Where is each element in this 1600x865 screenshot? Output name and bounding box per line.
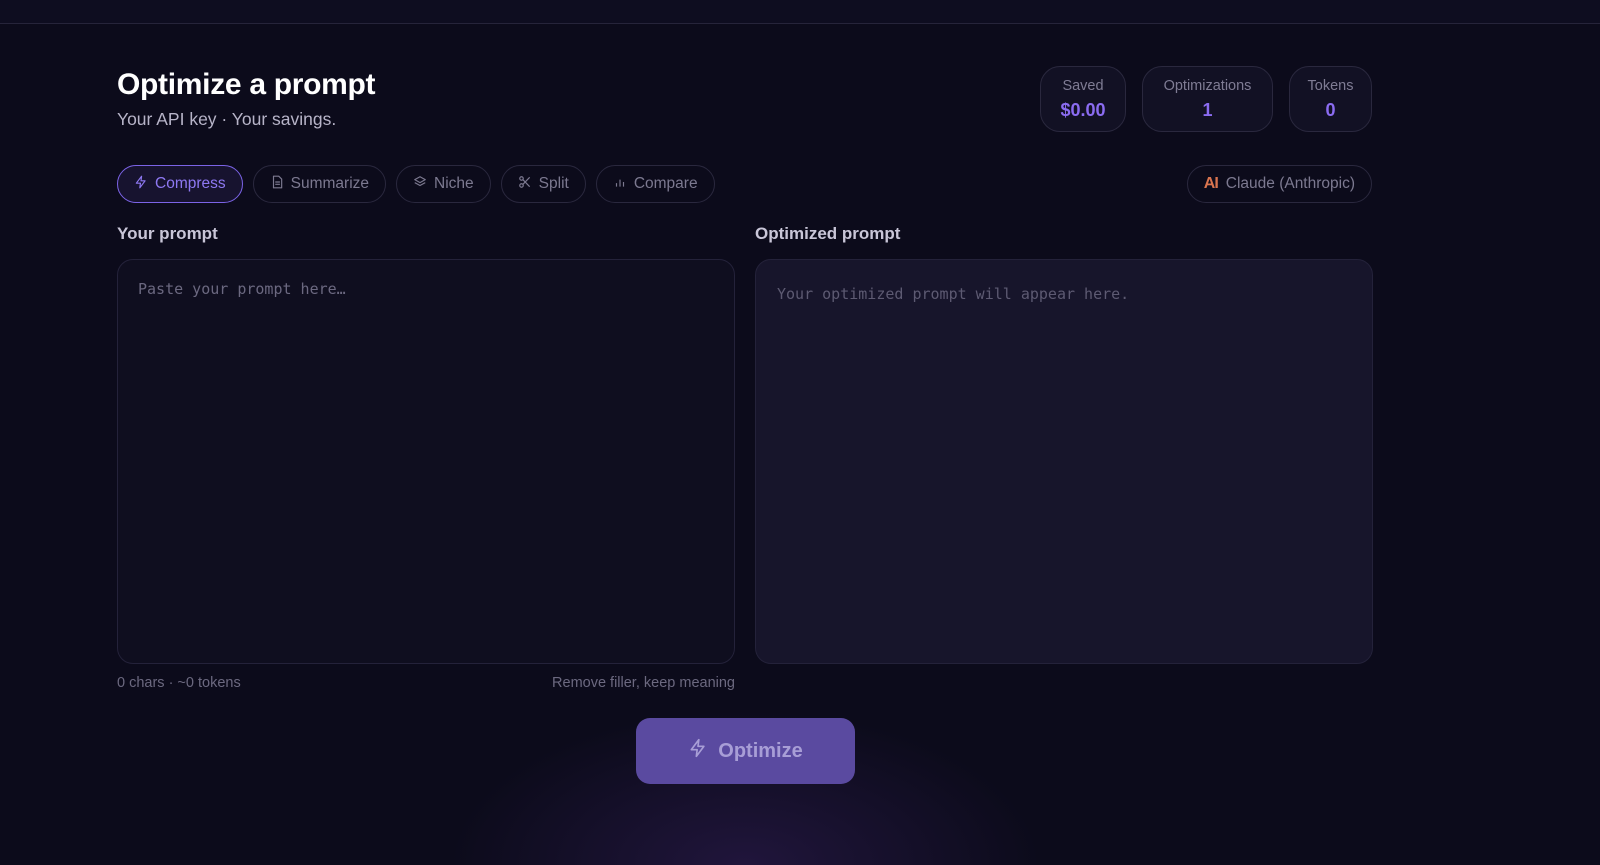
stat-optimizations-label: Optimizations [1163, 78, 1252, 94]
output-label: Optimized prompt [755, 224, 901, 243]
stat-optimizations: Optimizations 1 [1142, 66, 1273, 132]
prompt-input[interactable] [118, 260, 734, 663]
stat-tokens: Tokens 0 [1289, 66, 1372, 132]
scissors-icon [518, 175, 532, 194]
bolt-icon [688, 738, 708, 764]
stats-group: Saved $0.00 Optimizations 1 Tokens 0 [1040, 66, 1372, 132]
page-subtitle: Your API key · Your savings. [117, 109, 337, 129]
stat-tokens-value: 0 [1325, 100, 1336, 120]
stat-tokens-label: Tokens [1307, 78, 1354, 94]
tab-compare[interactable]: Compare [595, 165, 715, 203]
tab-summarize[interactable]: Summarize [252, 165, 387, 203]
tab-niche[interactable]: Niche [396, 165, 491, 203]
anthropic-logo-icon: AI [1203, 175, 1219, 192]
tab-compress[interactable]: Compress [117, 165, 243, 203]
tab-niche-label: Niche [434, 175, 474, 192]
optimized-output-box: Your optimized prompt will appear here. [755, 259, 1373, 664]
tab-compress-label: Compress [155, 175, 226, 192]
tab-split[interactable]: Split [500, 165, 586, 203]
top-bar [0, 0, 1600, 24]
bar-chart-icon [613, 175, 627, 194]
stat-optimizations-value: 1 [1202, 100, 1213, 120]
tab-split-label: Split [538, 175, 569, 192]
tab-summarize-label: Summarize [290, 175, 370, 192]
stat-saved-value: $0.00 [1060, 100, 1106, 120]
model-selector[interactable]: AI Claude (Anthropic) [1186, 165, 1372, 203]
optimize-button-label: Optimize [718, 739, 803, 762]
tab-compare-label: Compare [633, 175, 698, 192]
mode-tabs: Compress Summarize Niche Split Compare [117, 165, 715, 203]
mode-hint: Remove filler, keep meaning [552, 675, 735, 691]
page-title: Optimize a prompt [117, 68, 376, 101]
model-selector-label: Claude (Anthropic) [1225, 175, 1355, 192]
prompt-input-box [117, 259, 735, 664]
optimize-button[interactable]: Optimize [636, 718, 855, 784]
bolt-icon [134, 175, 148, 194]
input-label: Your prompt [117, 224, 218, 243]
optimized-output-placeholder: Your optimized prompt will appear here. [777, 285, 1130, 303]
stat-saved: Saved $0.00 [1040, 66, 1126, 132]
document-icon [270, 175, 284, 194]
stat-saved-label: Saved [1062, 78, 1104, 94]
layers-icon [413, 175, 427, 194]
